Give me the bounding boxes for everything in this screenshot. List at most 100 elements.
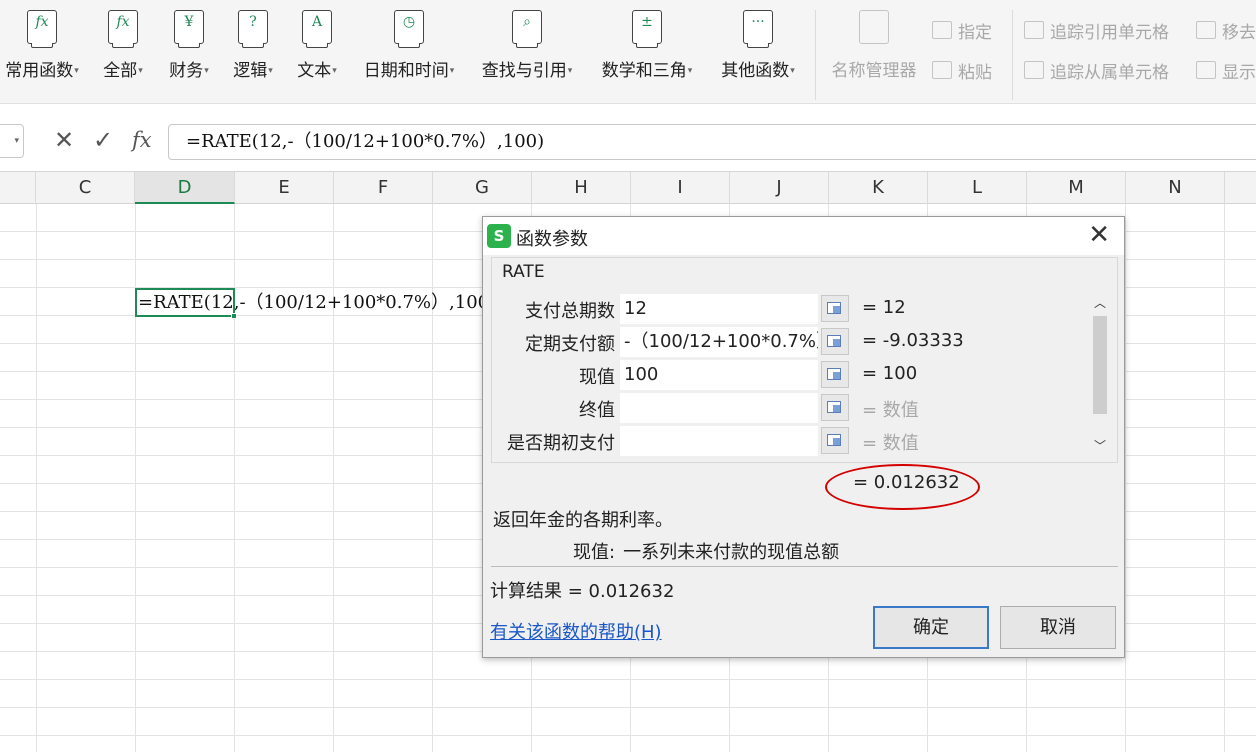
active-cell-d[interactable]: [135, 288, 237, 319]
show-formulas-button[interactable]: 显示: [1196, 58, 1256, 83]
column-header-j[interactable]: J: [730, 172, 829, 204]
arguments-scrollbar[interactable]: ︿ ﹀: [1091, 292, 1109, 456]
column-header-stub: [0, 172, 36, 204]
show-formulas-icon: [1196, 61, 1216, 79]
arg-result: = 100: [862, 363, 918, 384]
column-header-e[interactable]: E: [235, 172, 334, 204]
column-headers: C D E F G H I J K L M N: [0, 172, 1256, 204]
lookup-reference-button[interactable]: ⌕ 查找与引用▾: [474, 10, 580, 90]
arg-result: = -9.03333: [862, 330, 964, 351]
fill-handle[interactable]: [231, 313, 237, 319]
formula-input[interactable]: =RATE(12,-（100/12+100*0.7%）,100): [168, 124, 1256, 160]
arg-label: 是否期初支付: [507, 433, 615, 454]
all-functions-button[interactable]: fx 全部▾: [96, 10, 150, 90]
arg-input-pmt[interactable]: -（100/12+100*0.7%）: [620, 327, 818, 357]
logic-icon: ?: [238, 10, 268, 48]
arg-label: 终值: [579, 400, 615, 421]
column-header-g[interactable]: G: [433, 172, 532, 204]
trace-dependents-label: 追踪从属单元格: [1050, 62, 1169, 83]
column-header-n[interactable]: N: [1126, 172, 1225, 204]
column-header-l[interactable]: L: [928, 172, 1027, 204]
close-icon[interactable]: ✕: [1088, 221, 1110, 249]
lookup-icon: ⌕: [512, 10, 542, 48]
trace-precedents-icon: [1024, 21, 1044, 39]
finance-label: 财务: [169, 61, 204, 81]
trace-dependents-button[interactable]: 追踪从属单元格: [1024, 58, 1169, 83]
text-button[interactable]: A 文本▾: [290, 10, 344, 90]
argument-description-key: 现值:: [573, 542, 616, 563]
remove-arrows-button[interactable]: 移去: [1196, 18, 1256, 43]
paste-icon: [932, 61, 952, 79]
range-select-icon: [827, 368, 841, 380]
date-time-button[interactable]: ◷ 日期和时间▾: [356, 10, 462, 90]
calculation-result: 计算结果 = 0.012632: [490, 581, 675, 602]
math-trig-button[interactable]: ± 数学和三角▾: [594, 10, 700, 90]
other-functions-button[interactable]: ··· 其他函数▾: [714, 10, 802, 90]
name-manager-label: 名称管理器: [831, 61, 917, 81]
specify-button[interactable]: 指定: [932, 18, 992, 43]
chevron-down-icon: ▾: [138, 66, 143, 76]
ok-button[interactable]: 确定: [873, 606, 989, 649]
more-functions-icon: ···: [743, 10, 773, 48]
specify-label: 指定: [958, 22, 992, 43]
remove-arrows-label: 移去: [1222, 22, 1256, 43]
common-functions-label: 常用函数: [5, 61, 74, 81]
function-star-icon: fx: [27, 10, 57, 48]
column-header-m[interactable]: M: [1027, 172, 1126, 204]
scroll-down-icon[interactable]: ﹀: [1091, 437, 1109, 454]
column-header-f[interactable]: F: [334, 172, 433, 204]
cancel-icon[interactable]: ✕: [54, 126, 74, 154]
arg-input-nper[interactable]: 12: [620, 294, 818, 324]
column-header-k[interactable]: K: [829, 172, 928, 204]
paste-label: 粘贴: [958, 62, 992, 83]
function-arguments-dialog: S 函数参数 ✕ RATE 支付总期数 12 = 12 定期支付额 -（100/…: [482, 216, 1125, 658]
range-select-button[interactable]: [821, 427, 849, 454]
name-manager-icon: [859, 10, 889, 44]
argument-description-text: 一系列未来付款的现值总额: [623, 542, 840, 563]
function-description: 返回年金的各期利率。: [493, 510, 673, 531]
name-box-dropdown[interactable]: ▾: [0, 124, 24, 158]
column-header-c[interactable]: C: [36, 172, 135, 204]
logic-button[interactable]: ? 逻辑▾: [226, 10, 280, 90]
other-functions-label: 其他函数: [721, 61, 790, 81]
insert-function-icon[interactable]: fx: [132, 128, 152, 152]
confirm-icon[interactable]: ✓: [93, 126, 113, 154]
scrollbar-thumb[interactable]: [1093, 316, 1107, 414]
chevron-down-icon: ▾: [567, 66, 573, 76]
ribbon-divider: [1012, 10, 1013, 100]
range-select-button[interactable]: [821, 328, 849, 355]
column-header-h[interactable]: H: [532, 172, 631, 204]
dialog-titlebar[interactable]: S 函数参数 ✕: [483, 217, 1124, 255]
arg-input-fv[interactable]: [620, 393, 818, 423]
ribbon-toolbar: fx 常用函数▾ fx 全部▾ ¥ 财务▾ ? 逻辑▾ A 文本▾ ◷ 日期和时…: [0, 0, 1256, 104]
common-functions-button[interactable]: fx 常用函数▾: [0, 10, 84, 90]
chevron-down-icon: ▾: [74, 66, 79, 76]
chevron-down-icon: ▾: [14, 136, 19, 146]
chevron-down-icon: ▾: [268, 66, 273, 76]
range-select-button[interactable]: [821, 361, 849, 388]
column-header-i[interactable]: I: [631, 172, 730, 204]
arg-row-pv: 现值 100 = 100: [492, 360, 1092, 390]
paste-names-button[interactable]: 粘贴: [932, 58, 992, 83]
finance-icon: ¥: [174, 10, 204, 48]
cancel-button[interactable]: 取消: [1000, 606, 1116, 649]
name-manager-button[interactable]: 名称管理器: [826, 10, 922, 90]
range-select-button[interactable]: [821, 394, 849, 421]
function-help-link[interactable]: 有关该函数的帮助(H): [490, 618, 662, 644]
specify-icon: [932, 21, 952, 39]
math-trig-label: 数学和三角: [601, 61, 687, 81]
function-all-icon: fx: [108, 10, 138, 48]
scroll-up-icon[interactable]: ︿: [1091, 294, 1109, 311]
all-functions-label: 全部: [103, 61, 138, 81]
chevron-down-icon: ▾: [687, 66, 693, 76]
column-header-d[interactable]: D: [135, 172, 235, 204]
trace-precedents-button[interactable]: 追踪引用单元格: [1024, 18, 1169, 43]
arg-input-type[interactable]: [620, 426, 818, 456]
chevron-down-icon: ▾: [332, 66, 337, 76]
range-select-icon: [827, 401, 841, 413]
arg-input-pv[interactable]: 100: [620, 360, 818, 390]
range-select-icon: [827, 434, 841, 446]
finance-button[interactable]: ¥ 财务▾: [162, 10, 216, 90]
range-select-button[interactable]: [821, 295, 849, 322]
trace-dependents-icon: [1024, 61, 1044, 79]
